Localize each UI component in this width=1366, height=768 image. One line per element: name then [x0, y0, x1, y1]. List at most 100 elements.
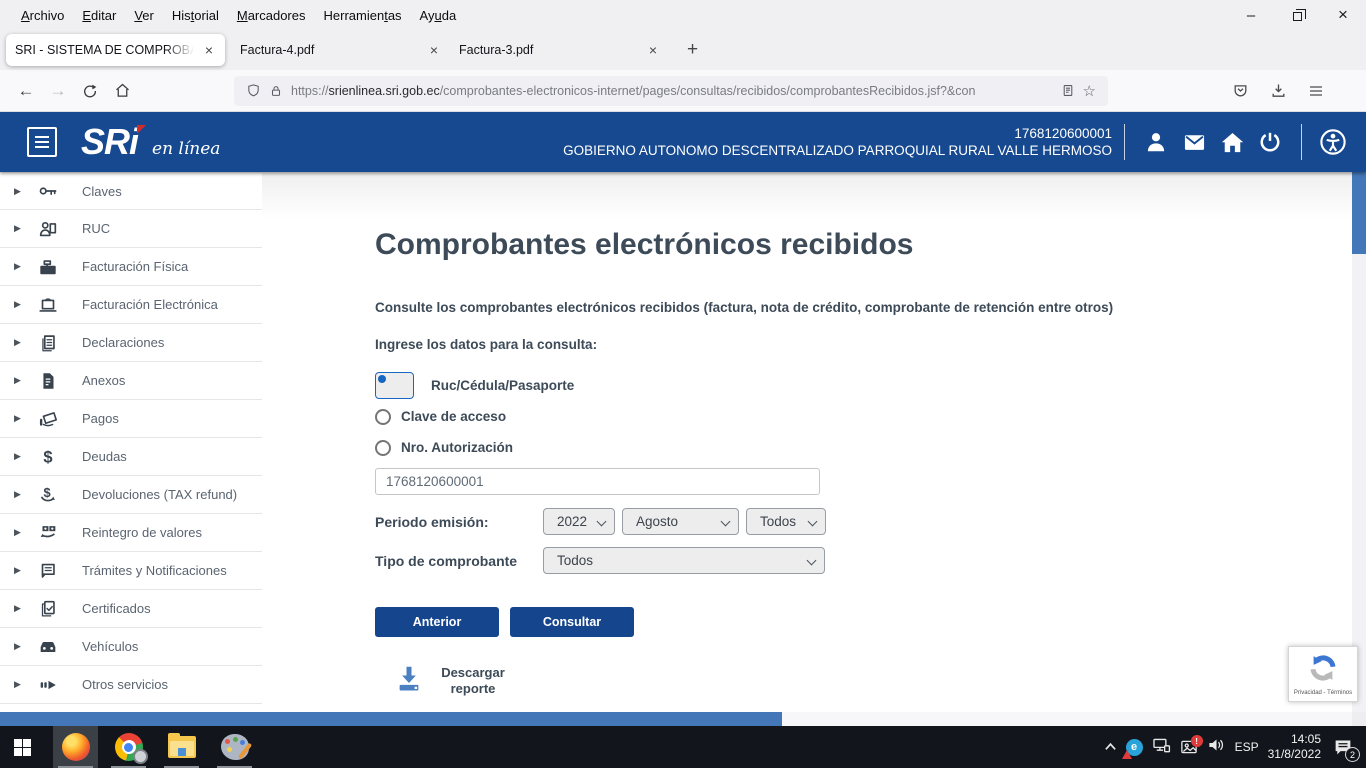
- month-select[interactable]: Agosto: [622, 508, 739, 535]
- expander-icon[interactable]: ▶: [14, 565, 30, 576]
- tab-factura-3[interactable]: Factura-3.pdf ×: [450, 34, 669, 66]
- recaptcha-caption[interactable]: Privacidad - Términos: [1294, 690, 1352, 696]
- sidebar-item-deudas[interactable]: ▶ $ Deudas: [0, 438, 262, 476]
- sidebar-item-reintegro[interactable]: ▶ Reintegro de valores: [0, 514, 262, 552]
- home-icon[interactable]: [106, 76, 138, 106]
- back-icon[interactable]: ←: [10, 76, 42, 106]
- close-icon[interactable]: ×: [1320, 0, 1366, 30]
- horizontal-scrollbar[interactable]: [0, 712, 1352, 726]
- expander-icon[interactable]: ▶: [14, 337, 30, 348]
- home-icon[interactable]: [1213, 123, 1251, 161]
- sidebar-item-claves[interactable]: ▶ Claves: [0, 172, 262, 210]
- menu-ayuda[interactable]: Ayuda: [411, 4, 466, 27]
- clock[interactable]: 14:05 31/8/2022: [1268, 732, 1321, 762]
- tab-sri-sistema[interactable]: SRI - SISTEMA DE COMPROBANTES ×: [6, 34, 225, 66]
- expander-icon[interactable]: ▶: [14, 413, 30, 424]
- taskbar-chrome[interactable]: [106, 726, 151, 768]
- reader-mode-icon[interactable]: [1061, 83, 1075, 98]
- consultar-button[interactable]: Consultar: [510, 607, 634, 637]
- download-report-label[interactable]: Descargar reporte: [435, 665, 511, 697]
- speaker-icon[interactable]: [1207, 737, 1226, 758]
- taskbar-paint[interactable]: [212, 726, 257, 768]
- anterior-button[interactable]: Anterior: [375, 607, 499, 637]
- sidebar-item-vehiculos[interactable]: ▶ Vehículos: [0, 628, 262, 666]
- year-select[interactable]: 2022: [543, 508, 615, 535]
- expander-icon[interactable]: ▶: [14, 641, 30, 652]
- expander-icon[interactable]: ▶: [14, 489, 30, 500]
- sidebar-item-label: Trámites y Notificaciones: [82, 563, 227, 578]
- expander-icon[interactable]: ▶: [14, 679, 30, 690]
- vertical-scroll-thumb[interactable]: [1352, 172, 1366, 254]
- taskbar-firefox[interactable]: [53, 726, 98, 768]
- sidebar-toggle-icon[interactable]: [27, 127, 57, 157]
- menu-historial[interactable]: Historial: [163, 4, 228, 27]
- expander-icon[interactable]: ▶: [14, 527, 30, 538]
- mail-icon[interactable]: [1175, 123, 1213, 161]
- forward-icon[interactable]: →: [42, 76, 74, 106]
- expander-icon[interactable]: ▶: [14, 375, 30, 386]
- tab-close-icon[interactable]: ×: [646, 42, 660, 58]
- sidebar-item-tramites[interactable]: ▶ Trámites y Notificaciones: [0, 552, 262, 590]
- start-button[interactable]: [0, 726, 45, 768]
- sidebar-item-anexos[interactable]: ▶ Anexos: [0, 362, 262, 400]
- expander-icon[interactable]: ▶: [14, 223, 30, 234]
- notification-center-icon[interactable]: 2: [1330, 734, 1356, 760]
- sidebar-item-declaraciones[interactable]: ▶ Declaraciones: [0, 324, 262, 362]
- radio-unselected-icon[interactable]: [375, 440, 391, 456]
- recaptcha-badge[interactable]: Privacidad - Términos: [1288, 646, 1358, 702]
- sidebar-item-facturacion-fisica[interactable]: ▶ Facturación Física: [0, 248, 262, 286]
- radio-clave-acceso[interactable]: Clave de acceso: [375, 401, 1352, 432]
- tab-factura-4[interactable]: Factura-4.pdf ×: [231, 34, 450, 66]
- new-tab-icon[interactable]: +: [675, 37, 710, 63]
- menu-marcadores[interactable]: Marcadores: [228, 4, 315, 27]
- app-menu-icon[interactable]: [1300, 76, 1332, 106]
- downloads-icon[interactable]: [1262, 76, 1294, 106]
- radio-selected-icon[interactable]: [375, 372, 414, 399]
- restore-icon[interactable]: [1274, 0, 1320, 30]
- radio-ruc-cedula[interactable]: Ruc/Cédula/Pasaporte: [375, 370, 1352, 401]
- sidebar-item-otros-servicios[interactable]: ▶ Otros servicios: [0, 666, 262, 704]
- expander-icon[interactable]: ▶: [14, 603, 30, 614]
- language-indicator[interactable]: ESP: [1235, 740, 1259, 754]
- bookmark-star-icon[interactable]: ☆: [1083, 82, 1096, 100]
- menu-archivo[interactable]: Archivo: [12, 4, 73, 27]
- minimize-icon[interactable]: –: [1228, 0, 1274, 30]
- expander-icon[interactable]: ▶: [14, 186, 30, 197]
- menu-editar[interactable]: Editar: [73, 4, 125, 27]
- vertical-scrollbar[interactable]: [1352, 172, 1366, 712]
- sri-logo[interactable]: SRi en línea: [81, 121, 220, 163]
- radio-nro-autorizacion[interactable]: Nro. Autorización: [375, 432, 1352, 463]
- network-icon[interactable]: [1152, 737, 1171, 758]
- horizontal-scroll-thumb[interactable]: [0, 712, 782, 726]
- sidebar-item-pagos[interactable]: ▶ Pagos: [0, 400, 262, 438]
- reload-icon[interactable]: [74, 76, 106, 106]
- download-report[interactable]: Descargar reporte: [393, 663, 1352, 698]
- expander-icon[interactable]: ▶: [14, 451, 30, 462]
- shield-icon[interactable]: [246, 83, 261, 98]
- ruc-input[interactable]: [375, 468, 820, 495]
- radio-unselected-icon[interactable]: [375, 409, 391, 425]
- expander-icon[interactable]: ▶: [14, 261, 30, 272]
- pocket-icon[interactable]: [1224, 76, 1256, 106]
- lock-icon[interactable]: [269, 84, 283, 98]
- power-icon[interactable]: [1251, 123, 1289, 161]
- sidebar-item-certificados[interactable]: ▶ Certificados: [0, 590, 262, 628]
- menu-ver[interactable]: Ver: [125, 4, 163, 27]
- sidebar-item-facturacion-electronica[interactable]: ▶ Facturación Electrónica: [0, 286, 262, 324]
- comprobante-type-select[interactable]: Todos: [543, 547, 825, 574]
- tray-chevron-icon[interactable]: [1104, 738, 1117, 756]
- user-icon[interactable]: [1137, 123, 1175, 161]
- tab-close-icon[interactable]: ×: [202, 42, 216, 58]
- antivirus-icon[interactable]: e: [1126, 739, 1143, 756]
- security-alert-icon[interactable]: !: [1180, 739, 1198, 755]
- tab-close-icon[interactable]: ×: [427, 42, 441, 58]
- day-select[interactable]: Todos: [746, 508, 826, 535]
- url-bar[interactable]: https://srienlinea.sri.gob.ec/comprobant…: [234, 76, 1108, 106]
- accessibility-icon[interactable]: [1314, 123, 1352, 161]
- expander-icon[interactable]: ▶: [14, 299, 30, 310]
- download-report-icon[interactable]: [393, 663, 425, 698]
- sidebar-item-devoluciones[interactable]: ▶ $ Devoluciones (TAX refund): [0, 476, 262, 514]
- taskbar-explorer[interactable]: [159, 726, 204, 768]
- menu-herramientas[interactable]: Herramientas: [315, 4, 411, 27]
- sidebar-item-ruc[interactable]: ▶ RUC: [0, 210, 262, 248]
